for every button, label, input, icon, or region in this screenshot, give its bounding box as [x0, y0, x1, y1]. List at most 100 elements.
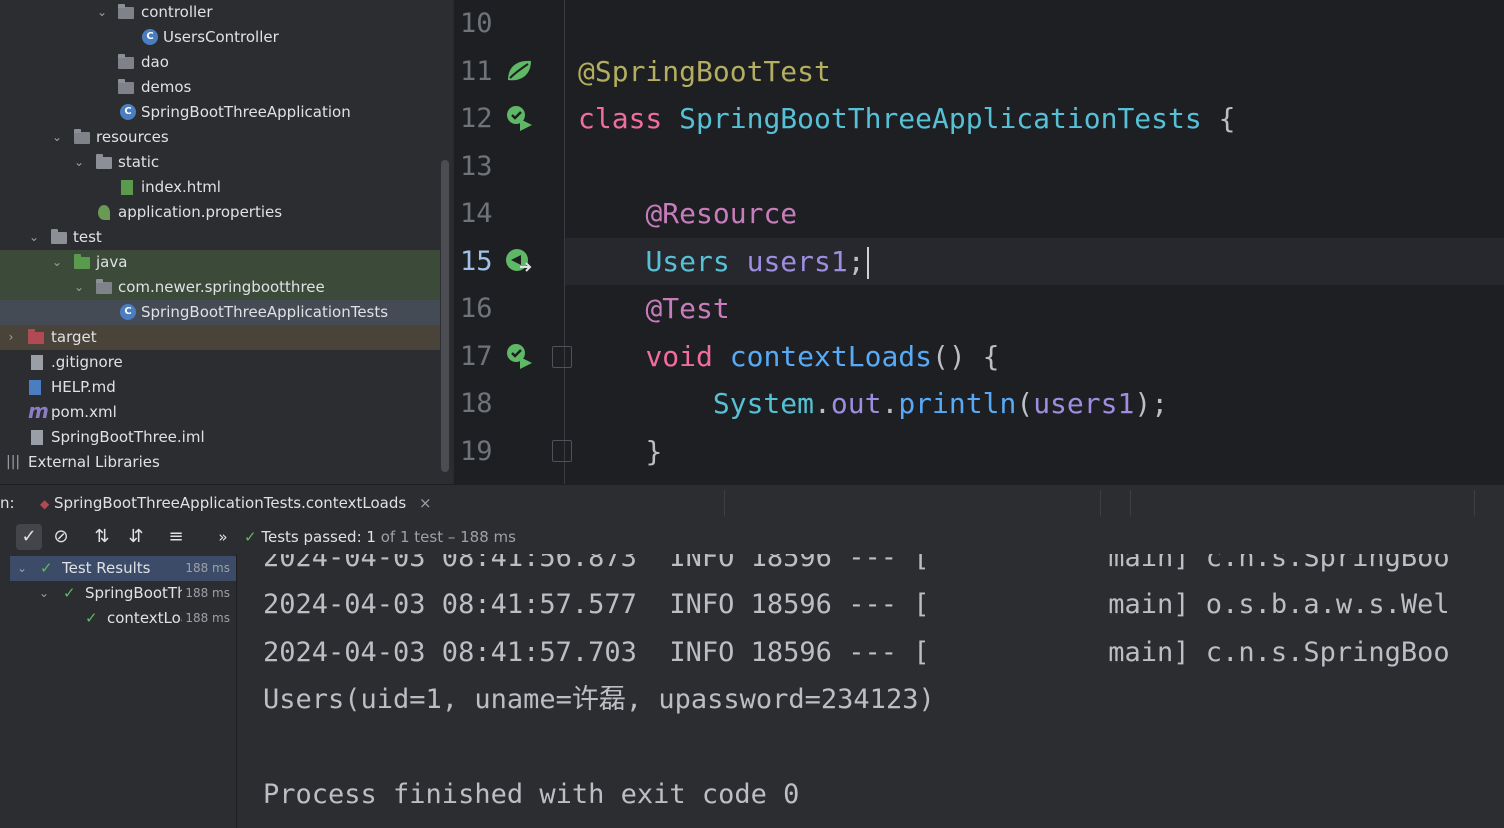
gitignore-file-icon [31, 355, 43, 370]
tree-item-external-libraries[interactable]: ||| External Libraries [0, 450, 440, 475]
package-icon [118, 79, 134, 94]
tree-item-help-md[interactable]: HELP.md [0, 375, 440, 400]
run-test-icon[interactable] [504, 341, 534, 371]
expand-all-button[interactable]: ≡ [163, 524, 189, 550]
run-tool-window-header: n: ◆ SpringBootThreeApplicationTests.con… [0, 484, 1504, 523]
tree-item-static[interactable]: ⌄ static [0, 150, 440, 175]
chevron-down-icon[interactable]: ⌄ [39, 581, 49, 606]
folder-icon [51, 229, 67, 244]
code-line-12: class SpringBootThreeApplicationTests { [578, 102, 1236, 135]
tree-item-controller[interactable]: ⌄ controller [0, 0, 440, 25]
sort-by-duration-button[interactable]: ⇵ [123, 524, 149, 550]
console-line: 2024-04-03 08:41:57.577 INFO 18596 --- [… [263, 589, 1450, 620]
tree-item-dao[interactable]: dao [0, 50, 440, 75]
console-line: Process finished with exit code 0 [263, 779, 800, 810]
divider [1474, 490, 1475, 516]
code-line-17: void contextLoads() { [645, 340, 1000, 373]
package-icon [118, 54, 134, 69]
folder-icon [96, 154, 112, 169]
resources-folder-icon [74, 129, 90, 144]
tree-item-test[interactable]: ⌄ test [0, 225, 440, 250]
test-runner-toolbar: ✓ ⊘ ⇅ ⇵ ≡ » ✓ Tests passed: 1 of 1 test … [0, 520, 1504, 555]
code-editor[interactable]: 10 11 12 13 14 15 16 17 18 19 @SpringBoo… [454, 0, 1504, 484]
gutter-divider [564, 0, 565, 484]
tree-item-demos[interactable]: demos [0, 75, 440, 100]
tree-item-tests-class[interactable]: C SpringBootThreeApplicationTests [0, 300, 440, 325]
tree-item-gitignore[interactable]: .gitignore [0, 350, 440, 375]
code-line-16: @Test [645, 292, 730, 325]
class-icon: C [120, 304, 136, 320]
chevron-down-icon[interactable]: ⌄ [73, 275, 85, 300]
more-actions-button[interactable]: » [210, 524, 236, 550]
excluded-folder-icon [28, 329, 44, 344]
tree-item-springbootthreeapplication[interactable]: C SpringBootThreeApplication [0, 100, 440, 125]
spring-bean-icon[interactable] [504, 56, 534, 86]
test-result-root[interactable]: ⌄ ✓ Test Results 188 ms [10, 556, 236, 581]
test-config-icon: ◆ [40, 497, 50, 511]
package-icon [96, 279, 112, 294]
spring-class-icon: C [120, 104, 136, 120]
chevron-right-icon[interactable]: › [5, 325, 17, 350]
code-line-18: System.out.println(users1); [712, 387, 1169, 420]
line-number: 13 [460, 151, 493, 182]
console-line: Users(uid=1, uname=许磊, upassword=234123) [263, 684, 935, 715]
divider [724, 490, 725, 516]
test-status: ✓ Tests passed: 1 of 1 test – 188 ms [244, 528, 516, 546]
spring-autowired-icon[interactable] [504, 246, 534, 276]
fold-marker-icon[interactable] [552, 440, 572, 462]
show-passed-button[interactable]: ✓ [16, 524, 42, 550]
fold-marker-icon[interactable] [552, 346, 572, 368]
test-result-class[interactable]: ⌄ ✓ SpringBootThreeApplicationTests 188 … [10, 581, 236, 606]
chevron-down-icon[interactable]: ⌄ [51, 125, 63, 150]
run-label: n: [0, 494, 15, 512]
check-icon: ✓ [63, 584, 76, 602]
iml-file-icon [31, 430, 43, 445]
test-folder-icon [74, 254, 90, 269]
tree-item-userscontroller[interactable]: C UsersController [0, 25, 440, 50]
tree-item-index-html[interactable]: index.html [0, 175, 440, 200]
run-test-icon[interactable] [504, 103, 534, 133]
sort-alphabetically-button[interactable]: ⇅ [89, 524, 115, 550]
code-line-19: } [645, 435, 663, 468]
project-tree: ⌄ controller C UsersController dao demos… [0, 0, 452, 484]
check-icon: ✓ [244, 528, 257, 546]
chevron-down-icon[interactable]: ⌄ [17, 556, 27, 581]
properties-file-icon [98, 205, 110, 220]
tree-item-pom-xml[interactable]: m pom.xml [0, 399, 440, 425]
tab-run-config[interactable]: ◆ SpringBootThreeApplicationTests.contex… [30, 485, 442, 523]
console-output[interactable]: 2024-04-03 08:41:56.873 INFO 18596 --- [… [237, 554, 1504, 828]
chevron-down-icon[interactable]: ⌄ [96, 0, 108, 25]
divider [1100, 490, 1101, 516]
line-number: 19 [460, 436, 493, 467]
test-results-tree: ⌄ ✓ Test Results 188 ms ⌄ ✓ SpringBootTh… [10, 554, 237, 828]
text-caret [866, 247, 869, 279]
maven-icon: m [28, 399, 49, 423]
line-number: 10 [460, 8, 493, 39]
test-result-method[interactable]: ✓ contextLoads 188 ms [10, 606, 236, 631]
tree-item-application-properties[interactable]: application.properties [0, 200, 440, 225]
markdown-file-icon [29, 380, 41, 395]
tree-item-iml[interactable]: SpringBootThree.iml [0, 425, 440, 450]
line-number: 17 [460, 341, 493, 372]
tree-item-target[interactable]: › target [0, 325, 440, 350]
line-number-current: 15 [460, 246, 493, 277]
console-line: 2024-04-03 08:41:57.703 INFO 18596 --- [… [263, 637, 1450, 668]
tree-item-package[interactable]: ⌄ com.newer.springbootthree [0, 275, 440, 300]
show-ignored-button[interactable]: ⊘ [48, 524, 74, 550]
console-line: 2024-04-03 08:41:56.873 INFO 18596 --- [… [263, 554, 1450, 573]
code-line-14: @Resource [645, 197, 798, 230]
chevron-down-icon[interactable]: ⌄ [51, 250, 63, 275]
chevron-down-icon[interactable]: ⌄ [73, 150, 85, 175]
close-icon[interactable]: × [419, 494, 432, 512]
tree-item-java[interactable]: ⌄ java [0, 250, 440, 275]
code-line-11: @SpringBootTest [578, 55, 831, 88]
line-number: 11 [460, 56, 493, 87]
libraries-icon: ||| [6, 454, 21, 470]
line-number: 18 [460, 388, 493, 419]
chevron-down-icon[interactable]: ⌄ [28, 225, 40, 250]
tree-scrollbar[interactable] [441, 160, 449, 472]
html-file-icon [121, 180, 133, 195]
line-number: 14 [460, 198, 493, 229]
tree-item-resources[interactable]: ⌄ resources [0, 125, 440, 150]
code-line-15: Users users1; [578, 238, 869, 285]
